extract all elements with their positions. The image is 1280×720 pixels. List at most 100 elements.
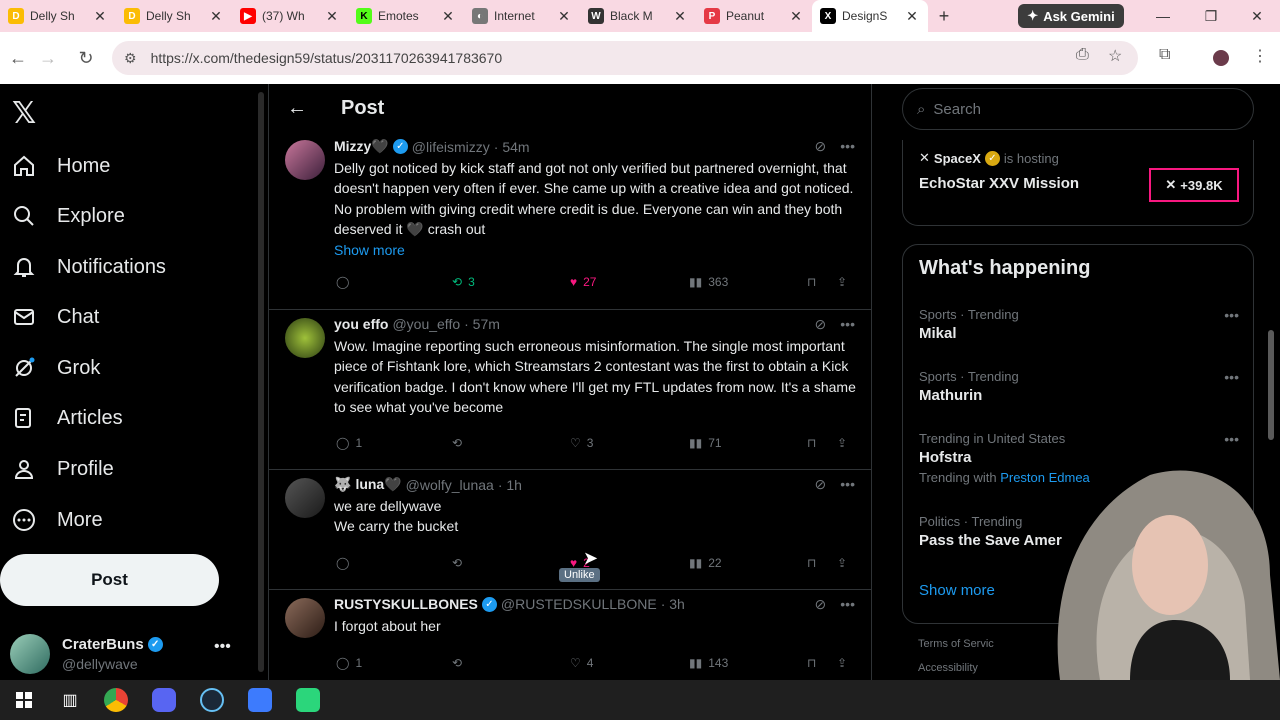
ask-gemini-button[interactable]: ✦ Ask Gemini [1018,4,1124,28]
avatar[interactable] [285,140,325,180]
accessibility-link[interactable]: Accessibility [918,662,978,674]
author-name[interactable]: luna🖤 [355,476,401,493]
nav-explore[interactable]: Explore [10,194,125,238]
left-scrollbar[interactable] [258,92,264,672]
window-close-icon[interactable]: ✕ [1234,0,1280,32]
views-button[interactable]: ▮▮ 22 [689,556,722,570]
browser-tab-active[interactable]: X DesignS ✕ [812,0,928,32]
like-button[interactable]: ♡ 4 [570,656,593,670]
close-icon[interactable]: ✕ [556,8,572,25]
page-scrollbar[interactable] [1268,330,1274,440]
live-space-card[interactable]: ✕ SpaceX ✓ is hosting EchoStar XXV Missi… [902,140,1254,226]
grok-explain-icon[interactable]: ⊘ [815,316,827,333]
reply-button[interactable]: ◯ [336,556,349,570]
windows-start-icon[interactable] [0,680,48,720]
close-icon[interactable]: ✕ [440,8,456,25]
close-icon[interactable]: ✕ [208,8,224,25]
nav-profile[interactable]: Profile [10,447,114,491]
reply-button[interactable]: ◯ 1 [336,656,362,670]
repost-button[interactable]: ⟲ [452,656,462,670]
reply-button[interactable]: ◯ 1 [336,436,362,450]
browser-tab[interactable]: K Emotes ✕ [348,0,464,32]
repost-button[interactable]: ⟲ 3 [452,275,475,289]
author-handle[interactable]: @wolfy_lunaa [406,477,494,493]
browser-tab[interactable]: D Delly Sh ✕ [116,0,232,32]
close-icon[interactable]: ✕ [788,8,804,25]
close-icon[interactable]: ✕ [672,8,688,25]
more-icon[interactable]: ••• [840,316,855,333]
close-icon[interactable]: ✕ [324,8,340,25]
install-app-icon[interactable]: ⎙ [1076,46,1089,64]
chrome-taskbar-icon[interactable] [92,680,140,720]
avatar[interactable] [285,318,325,358]
forward-arrow-icon[interactable]: → [30,48,66,69]
account-more-icon[interactable]: ••• [214,638,231,656]
task-view-icon[interactable]: ▥ [48,680,92,720]
reply-tweet[interactable]: you effo @you_effo · 57m ⊘ ••• Wow. Imagine… [269,310,871,470]
author-name[interactable]: RUSTYSKULLBONES [334,596,478,612]
avatar[interactable] [285,598,325,638]
nav-grok[interactable]: Grok [10,346,100,390]
nav-chat[interactable]: Chat [10,295,99,339]
nav-more[interactable]: More [10,498,103,542]
more-icon[interactable]: ••• [840,596,855,613]
discord-taskbar-icon[interactable] [140,680,188,720]
tweet-time[interactable]: · 1h [498,477,522,493]
restore-icon[interactable]: ❐ [1188,0,1234,32]
browser-tab[interactable]: ◐ Internet ✕ [464,0,580,32]
nav-home[interactable]: Home [10,144,110,188]
reload-icon[interactable]: ↻ [68,48,104,69]
trend-item[interactable]: Sports · Trending Mikal ••• [919,307,1239,342]
like-button[interactable]: ♥ 27 [570,275,596,289]
share-icon[interactable]: ⇪ [837,556,847,570]
space-host[interactable]: SpaceX [934,151,981,166]
repost-button[interactable]: ⟲ [452,436,468,450]
browser-tab[interactable]: D Delly Sh ✕ [0,0,116,32]
more-icon[interactable]: ••• [1224,369,1239,385]
account-switcher[interactable]: CraterBuns ✓ @dellywave ••• [10,634,240,678]
bookmark-icon[interactable]: ⊓ [807,436,816,450]
reply-tweet[interactable]: RUSTYSKULLBONES ✓ @RUSTEDSKULLBONE · 3h ⊘ ••… [269,590,871,680]
kebab-menu-icon[interactable]: ⋮ [1252,46,1268,66]
site-settings-icon[interactable]: ⚙ [124,50,137,67]
minimize-icon[interactable]: — [1140,0,1186,32]
share-icon[interactable]: ⇪ [837,436,847,450]
tweet-time[interactable]: · 57m [464,316,500,332]
tweet-time[interactable]: · 3h [661,596,685,612]
address-bar[interactable]: ⚙ https://x.com/thedesign59/status/20311… [112,41,1138,75]
streaming-app-taskbar-icon[interactable] [284,680,332,720]
avatar[interactable] [285,478,325,518]
nav-notifications[interactable]: Notifications [10,245,166,289]
browser-tab[interactable]: P Peanut ✕ [696,0,812,32]
author-name[interactable]: Mizzy🖤 [334,138,389,155]
post-button[interactable]: Post [0,554,219,606]
bookmark-icon[interactable]: ⊓ [807,656,816,670]
reply-button[interactable]: ◯ [336,275,355,289]
back-arrow-icon[interactable]: ← [287,97,307,120]
grok-explain-icon[interactable]: ⊘ [815,476,827,493]
browser-tab[interactable]: ▶ (37) Wh ✕ [232,0,348,32]
bookmark-star-icon[interactable]: ☆ [1108,46,1122,66]
profile-avatar-icon[interactable] [1213,50,1229,66]
show-more-link[interactable]: Show more [334,242,405,258]
space-listeners-badge[interactable]: ✕ +39.8K [1149,168,1239,202]
author-handle[interactable]: @you_effo [392,316,460,332]
new-tab-button[interactable]: + [928,0,960,32]
bookmark-icon[interactable]: ⊓ [807,556,816,570]
author-handle[interactable]: @lifeismizzy [412,139,490,155]
search-input[interactable]: ⌕ Search [902,88,1254,130]
grok-explain-icon[interactable]: ⊘ [815,596,827,613]
more-icon[interactable]: ••• [840,476,855,493]
author-name[interactable]: you effo [334,316,388,332]
more-icon[interactable]: ••• [1224,431,1239,447]
extensions-icon[interactable]: ⧉ [1159,46,1170,64]
app-taskbar-icon[interactable] [236,680,284,720]
share-icon[interactable]: ⇪ [837,275,847,289]
author-handle[interactable]: @RUSTEDSKULLBONE [501,596,657,612]
like-button[interactable]: ♡ 3 [570,436,593,450]
share-icon[interactable]: ⇪ [837,656,847,670]
repost-button[interactable]: ⟲ [452,556,462,570]
bookmark-icon[interactable]: ⊓ [807,275,816,289]
reply-tweet[interactable]: Mizzy🖤 ✓ @lifeismizzy · 54m ⊘ ••• Delly got … [269,132,871,310]
close-icon[interactable]: ✕ [904,8,920,25]
